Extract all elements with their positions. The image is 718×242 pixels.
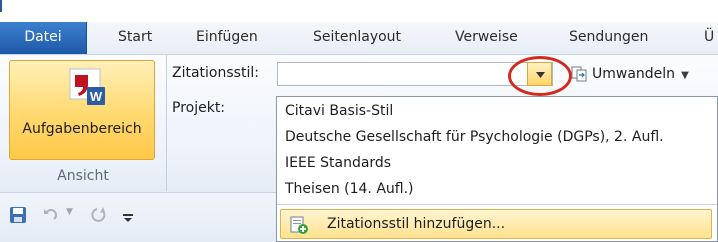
- project-label: Projekt:: [172, 100, 226, 116]
- task-pane-button[interactable]: W Aufgabenbereich: [9, 60, 155, 160]
- add-style-icon: [290, 216, 308, 234]
- convert-label: Umwandeln: [592, 66, 676, 82]
- tab-einfuegen[interactable]: Einfügen: [196, 22, 258, 54]
- save-icon[interactable]: [9, 205, 27, 225]
- dropdown-item-ieee[interactable]: IEEE Standards: [285, 151, 391, 175]
- group-label-ansicht: Ansicht: [57, 168, 109, 184]
- tab-datei[interactable]: Datei: [0, 22, 87, 54]
- undo-dropdown-icon[interactable]: ▼: [66, 207, 73, 227]
- citation-style-combobox[interactable]: [277, 62, 553, 86]
- svg-text:W: W: [90, 89, 103, 104]
- citavi-word-icon: W: [69, 68, 105, 105]
- tab-ueberpruefen[interactable]: Ü: [704, 22, 714, 54]
- dropdown-separator: [277, 204, 717, 205]
- citation-style-dropdown-button[interactable]: [527, 62, 552, 86]
- quick-access-toolbar: ▼: [0, 192, 276, 242]
- citation-style-dropdown-list: Citavi Basis-Stil Deutsche Gesellschaft …: [276, 96, 718, 242]
- add-citation-style-label: Zitationsstil hinzufügen...: [327, 216, 506, 232]
- tab-sendungen[interactable]: Sendungen: [569, 22, 648, 54]
- chevron-down-icon: [536, 72, 545, 78]
- dropdown-item-dgps[interactable]: Deutsche Gesellschaft für Psychologie (D…: [285, 125, 664, 149]
- tab-seitenlayout[interactable]: Seitenlayout: [313, 22, 401, 54]
- customize-icon[interactable]: [122, 208, 134, 228]
- tab-verweise[interactable]: Verweise: [455, 22, 518, 54]
- undo-icon[interactable]: [42, 205, 60, 225]
- word-ribbon-window: Datei Start Einfügen Seitenlayout Verwei…: [0, 0, 718, 242]
- redo-icon[interactable]: [91, 205, 109, 225]
- title-bar-strip: [0, 0, 718, 22]
- window-edge-mark: [0, 0, 2, 12]
- dropdown-item-theisen[interactable]: Theisen (14. Aufl.): [285, 177, 414, 201]
- convert-button[interactable]: Umwandeln ▼: [571, 62, 689, 86]
- tab-start[interactable]: Start: [118, 22, 152, 54]
- dropdown-item-citavi-basis[interactable]: Citavi Basis-Stil: [285, 99, 393, 123]
- convert-icon: [571, 66, 587, 82]
- add-citation-style-button[interactable]: Zitationsstil hinzufügen...: [280, 209, 712, 239]
- chevron-down-icon: ▼: [681, 70, 689, 81]
- ribbon-tab-row: Datei Start Einfügen Seitenlayout Verwei…: [0, 22, 718, 54]
- task-pane-button-label: Aufgabenbereich: [22, 121, 142, 137]
- citation-style-label: Zitationsstil:: [172, 65, 259, 81]
